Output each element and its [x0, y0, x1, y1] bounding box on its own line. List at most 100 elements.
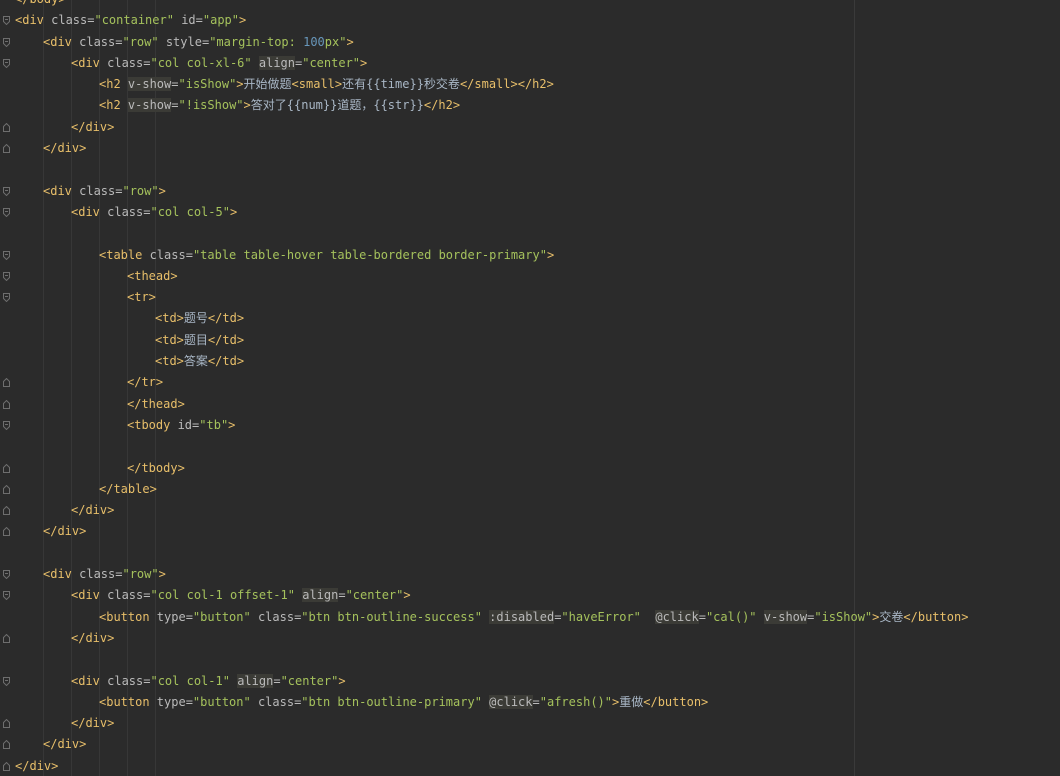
- token-punct: [641, 610, 655, 624]
- fold-close-icon[interactable]: [3, 463, 10, 473]
- token-attr: =: [532, 694, 540, 709]
- fold-open-icon[interactable]: [3, 420, 10, 430]
- code-line[interactable]: <div class="row">: [0, 564, 1060, 585]
- code-line[interactable]: </div>: [0, 138, 1060, 159]
- code-line[interactable]: [0, 543, 1060, 564]
- fold-close-icon[interactable]: [3, 144, 10, 154]
- fold-open-icon[interactable]: [3, 207, 10, 217]
- token-punct: [757, 610, 764, 624]
- fold-close-icon[interactable]: [3, 399, 10, 409]
- token-dir: v-show: [127, 98, 172, 113]
- code-line[interactable]: <div class="container" id="app">: [0, 10, 1060, 31]
- token-tag: >: [239, 13, 247, 28]
- token-attr: class=: [107, 673, 151, 688]
- token-tag: <div: [71, 588, 108, 603]
- token-str: "col col-5": [150, 204, 230, 219]
- token-str: "center": [280, 673, 339, 688]
- token-tag: </table>: [99, 481, 157, 496]
- fold-close-icon[interactable]: [3, 506, 10, 516]
- fold-open-icon[interactable]: [3, 37, 10, 47]
- code-line[interactable]: <h2 v-show="!isShow">答对了{{num}}道题，{{str}…: [0, 95, 1060, 116]
- token-tag: </tr>: [127, 375, 164, 390]
- fold-open-icon[interactable]: [3, 293, 10, 303]
- code-line[interactable]: </table>: [0, 479, 1060, 500]
- code-line[interactable]: </tr>: [0, 372, 1060, 393]
- token-tag: <table: [99, 247, 150, 262]
- code-content: </tbody>: [127, 458, 185, 479]
- code-content: <thead>: [127, 266, 178, 287]
- code-line[interactable]: </div>: [0, 117, 1060, 138]
- code-line[interactable]: <thead>: [0, 266, 1060, 287]
- code-line[interactable]: <tbody id="tb">: [0, 415, 1060, 436]
- token-dir: align: [258, 55, 295, 70]
- token-tag: >: [346, 34, 354, 49]
- fold-open-icon[interactable]: [3, 58, 10, 68]
- token-str: "center": [345, 588, 404, 603]
- code-line[interactable]: <button type="button" class="btn btn-out…: [0, 607, 1060, 628]
- code-editor[interactable]: </body><div class="container" id="app"><…: [0, 0, 1060, 776]
- fold-open-icon[interactable]: [3, 271, 10, 281]
- token-str: "!isShow": [178, 98, 244, 113]
- fold-close-icon[interactable]: [3, 740, 10, 750]
- code-content: </tr>: [127, 372, 163, 393]
- code-line[interactable]: </body>: [0, 0, 1060, 10]
- code-line[interactable]: [0, 649, 1060, 670]
- code-line[interactable]: [0, 159, 1060, 180]
- token-tag: </td>: [207, 332, 245, 347]
- token-tag: <div: [15, 13, 52, 28]
- code-content: </div>: [43, 734, 86, 755]
- code-line[interactable]: <td>答案</td>: [0, 351, 1060, 372]
- token-tag: </button>: [903, 609, 969, 624]
- code-line[interactable]: </div>: [0, 500, 1060, 521]
- code-line[interactable]: </thead>: [0, 394, 1060, 415]
- token-tag: </div>: [71, 503, 115, 518]
- token-tag: </td>: [207, 311, 245, 326]
- code-line[interactable]: <tr>: [0, 287, 1060, 308]
- fold-close-icon[interactable]: [3, 633, 10, 643]
- token-str: "center": [302, 55, 361, 70]
- token-str: "col col-1": [150, 673, 230, 688]
- code-line[interactable]: </div>: [0, 521, 1060, 542]
- fold-open-icon[interactable]: [3, 250, 10, 260]
- fold-close-icon[interactable]: [3, 378, 10, 388]
- fold-close-icon[interactable]: [3, 484, 10, 494]
- fold-close-icon[interactable]: [3, 122, 10, 132]
- code-lines[interactable]: </body><div class="container" id="app"><…: [0, 0, 1060, 776]
- code-line[interactable]: <div class="col col-1 offset-1" align="c…: [0, 585, 1060, 606]
- code-line[interactable]: <h2 v-show="isShow">开始做题<small>还有{{time}…: [0, 74, 1060, 95]
- code-line[interactable]: <div class="col col-5">: [0, 202, 1060, 223]
- token-str: "margin-top:: [209, 34, 304, 49]
- code-line[interactable]: <table class="table table-hover table-bo…: [0, 245, 1060, 266]
- code-line[interactable]: <button type="button" class="btn btn-out…: [0, 692, 1060, 713]
- code-line[interactable]: </div>: [0, 713, 1060, 734]
- fold-open-icon[interactable]: [3, 186, 10, 196]
- code-line[interactable]: [0, 223, 1060, 244]
- code-line[interactable]: <div class="row" style="margin-top: 100p…: [0, 32, 1060, 53]
- code-line[interactable]: [0, 436, 1060, 457]
- fold-close-icon[interactable]: [3, 761, 10, 771]
- code-content: <div class="col col-1" align="center">: [71, 671, 346, 692]
- fold-close-icon[interactable]: [3, 719, 10, 729]
- fold-open-icon[interactable]: [3, 570, 10, 580]
- token-num: 100: [303, 34, 325, 49]
- code-line[interactable]: </tbody>: [0, 458, 1060, 479]
- token-tag: <button: [99, 609, 157, 624]
- fold-close-icon[interactable]: [3, 527, 10, 537]
- token-str: "haveError": [561, 609, 641, 624]
- fold-open-icon[interactable]: [3, 676, 10, 686]
- code-line[interactable]: <td>题目</td>: [0, 330, 1060, 351]
- code-line[interactable]: <div class="col col-xl-6" align="center"…: [0, 53, 1060, 74]
- code-line[interactable]: <td>题号</td>: [0, 308, 1060, 329]
- fold-open-icon[interactable]: [3, 16, 10, 26]
- code-line[interactable]: <div class="row">: [0, 181, 1060, 202]
- token-str: "col col-1 offset-1": [150, 588, 295, 603]
- fold-open-icon[interactable]: [3, 591, 10, 601]
- code-line[interactable]: </div>: [0, 734, 1060, 755]
- code-line[interactable]: </div>: [0, 756, 1060, 776]
- token-tag: <div: [71, 55, 108, 70]
- code-line[interactable]: </div>: [0, 628, 1060, 649]
- token-attr: type=: [156, 609, 193, 624]
- code-line[interactable]: <div class="col col-1" align="center">: [0, 671, 1060, 692]
- token-attr: class=: [107, 588, 151, 603]
- code-content: <tbody id="tb">: [127, 415, 235, 436]
